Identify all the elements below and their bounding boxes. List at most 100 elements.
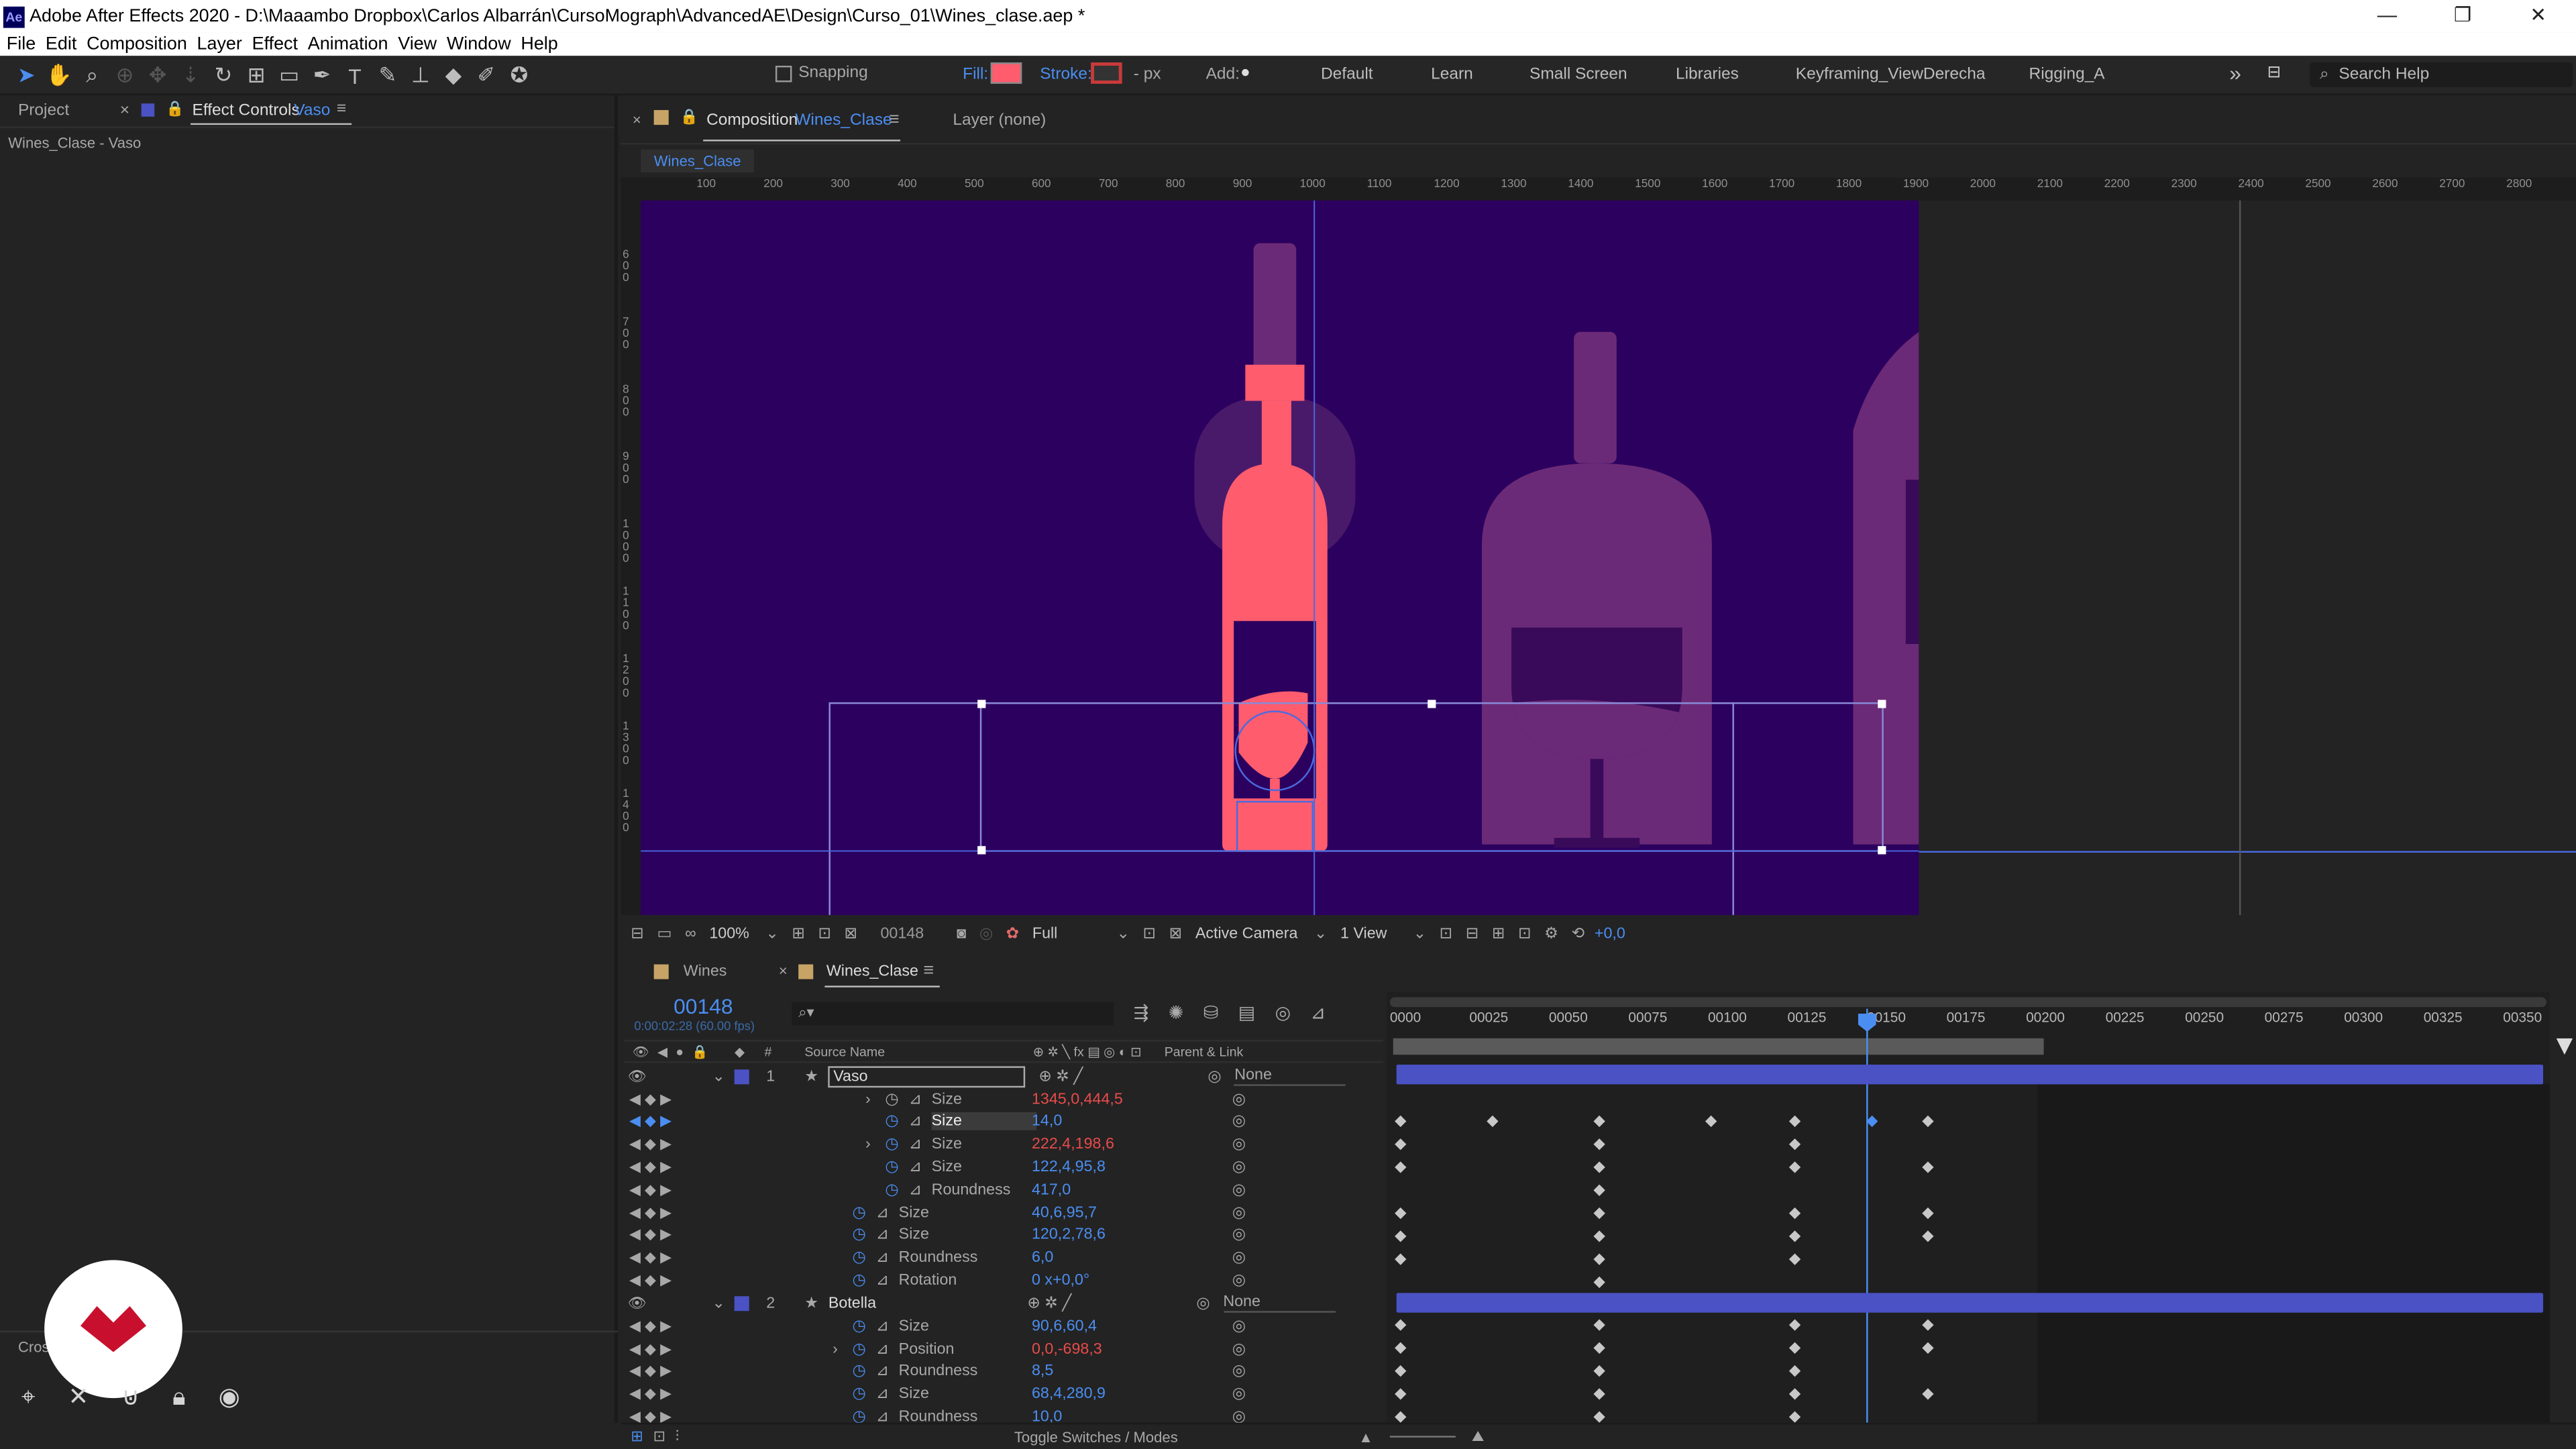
grid-icon[interactable]: ⊞: [792, 924, 805, 943]
timeline-icon[interactable]: ⊞: [1492, 924, 1505, 943]
zoom-tool-icon[interactable]: ⌕: [76, 59, 109, 92]
property-value[interactable]: 68,4,280,9: [1032, 1385, 1106, 1403]
reset-exposure-icon[interactable]: ⟲: [1572, 924, 1585, 943]
stroke-swatch[interactable]: [1091, 62, 1122, 84]
property-value[interactable]: 222,4,198,6: [1032, 1135, 1114, 1153]
resolution-chevron-icon[interactable]: ⌄: [1117, 924, 1130, 943]
workspace-menu-icon[interactable]: ⊟: [2267, 64, 2282, 83]
rotation-tool-icon[interactable]: ↻: [207, 59, 240, 92]
comp-panel-menu[interactable]: ≡: [889, 110, 900, 129]
camera-dropdown[interactable]: Active Camera: [1195, 924, 1298, 943]
expression-pickwhip-icon[interactable]: ◎: [1232, 1340, 1246, 1358]
restore-button[interactable]: ❐: [2425, 0, 2501, 33]
layer-search-input[interactable]: ⌕▾: [792, 1002, 1114, 1026]
parent-dropdown[interactable]: None: [1223, 1293, 1335, 1313]
work-area-bar[interactable]: [1393, 1038, 2044, 1055]
tab-effect-controls[interactable]: Effect Controls: [193, 102, 300, 120]
stopwatch-icon[interactable]: ◷: [852, 1340, 865, 1358]
graph-icon[interactable]: ⊿: [908, 1135, 922, 1153]
keyframe-navigator[interactable]: ◀ ◆ ▶: [629, 1385, 672, 1403]
panel-menu-icon[interactable]: ≡: [337, 100, 346, 118]
keyframe-navigator[interactable]: ◀ ◆ ▶: [629, 1271, 672, 1289]
property-value[interactable]: 40,6,95,7: [1032, 1203, 1097, 1222]
tab-layer[interactable]: Layer (none): [953, 112, 1046, 130]
layer-row[interactable]: 👁 ⌄ 1 ★ Vaso ⊕ ✲ ╱ ◎ None: [625, 1065, 1387, 1087]
expression-pickwhip-icon[interactable]: ◎: [1232, 1271, 1246, 1289]
source-name-column[interactable]: Source Name: [804, 1044, 885, 1059]
layer-twirl-icon[interactable]: ⌄: [712, 1067, 725, 1085]
property-value[interactable]: 0,0,-698,3: [1032, 1340, 1102, 1358]
timeline-zoom-slider[interactable]: [1389, 1436, 1456, 1438]
minimize-button[interactable]: —: [2349, 0, 2425, 33]
property-row[interactable]: ◀ ◆ ▶ › ◷ ⊿ Size 1345,0,444,5 ◎: [625, 1087, 1387, 1110]
frame-blending-icon[interactable]: ▤: [1238, 1002, 1255, 1023]
keyframe-navigator[interactable]: ◀ ◆ ▶: [629, 1317, 672, 1335]
comp-tab-close[interactable]: ×: [633, 112, 641, 128]
stopwatch-icon[interactable]: ◷: [852, 1203, 865, 1222]
graph-icon[interactable]: ⊿: [875, 1248, 889, 1267]
keyframe-navigator[interactable]: ◀ ◆ ▶: [629, 1181, 672, 1199]
snapshot-icon[interactable]: ◙: [957, 924, 966, 943]
keyframe-navigator[interactable]: ◀ ◆ ▶: [629, 1090, 672, 1108]
keyframe-navigator[interactable]: ◀ ◆ ▶: [629, 1113, 672, 1131]
menu-window[interactable]: Window: [447, 33, 511, 56]
timeline-tab-close[interactable]: ×: [779, 963, 788, 979]
graph-icon[interactable]: ⊿: [875, 1317, 889, 1335]
graph-icon[interactable]: ⊿: [875, 1362, 889, 1381]
magnet-icon[interactable]: ⊍: [121, 1382, 140, 1411]
graph-editor-icon[interactable]: ⊿: [1310, 1002, 1326, 1023]
expression-pickwhip-icon[interactable]: ◎: [1232, 1203, 1246, 1222]
workspace-small-screen[interactable]: Small Screen: [1529, 66, 1627, 84]
view-layout-dropdown[interactable]: 1 View: [1340, 924, 1387, 943]
graph-icon[interactable]: ⊿: [875, 1203, 889, 1222]
property-row[interactable]: ◀ ◆ ▶ ◷ ⊿ Size 14,0 ◎: [625, 1110, 1387, 1133]
zoom-out-icon[interactable]: ▲: [1358, 1428, 1373, 1444]
workspace-keyframing[interactable]: Keyframing_ViewDerecha: [1796, 66, 1986, 84]
property-value[interactable]: 1345,0,444,5: [1032, 1090, 1123, 1108]
close-window-button[interactable]: ✕: [2500, 0, 2576, 33]
transparency-grid-icon[interactable]: ⊠: [1169, 924, 1183, 943]
layer-switches-icon[interactable]: ⊕ ✲ ╱: [1038, 1067, 1083, 1085]
expression-pickwhip-icon[interactable]: ◎: [1232, 1090, 1246, 1108]
stopwatch-icon[interactable]: ◷: [885, 1113, 898, 1131]
stopwatch-icon[interactable]: ◷: [885, 1090, 898, 1108]
show-snapshot-icon[interactable]: ◎: [979, 924, 993, 943]
keyframe-navigator[interactable]: ◀ ◆ ▶: [629, 1135, 672, 1153]
property-value[interactable]: 90,6,60,4: [1032, 1317, 1097, 1335]
property-value[interactable]: 0 x+0,0°: [1032, 1271, 1089, 1289]
visibility-eye-icon[interactable]: 👁: [628, 1294, 647, 1312]
current-time-display[interactable]: 00148: [674, 994, 733, 1019]
menu-file[interactable]: File: [7, 33, 36, 56]
pan-camera-icon[interactable]: ✥: [142, 59, 174, 92]
stopwatch-icon[interactable]: ◷: [852, 1317, 865, 1335]
stopwatch-icon[interactable]: ◷: [885, 1158, 898, 1176]
layer-label-color[interactable]: [735, 1295, 750, 1311]
property-row[interactable]: ◀ ◆ ▶ ◷ ⊿ Size 40,6,95,7 ◎: [625, 1201, 1387, 1224]
selection-tool-icon[interactable]: ➤: [10, 59, 43, 92]
rectangle-tool-icon[interactable]: ▭: [273, 59, 306, 92]
current-frame-field[interactable]: 00148: [880, 924, 924, 943]
layer-bar-vaso[interactable]: [1396, 1064, 2544, 1085]
snapping-checkbox[interactable]: [775, 64, 792, 82]
expression-pickwhip-icon[interactable]: ◎: [1232, 1135, 1246, 1153]
property-twirl-icon[interactable]: ›: [833, 1340, 849, 1358]
expression-pickwhip-icon[interactable]: ◎: [1232, 1317, 1246, 1335]
expression-pickwhip-icon[interactable]: ◎: [1232, 1181, 1246, 1199]
tab-project[interactable]: Project: [18, 102, 69, 120]
add-dropdown-icon[interactable]: ●: [1240, 64, 1250, 83]
toggle-pixel-icon[interactable]: ⊡: [1440, 924, 1453, 943]
property-row[interactable]: ◀ ◆ ▶ › ◷ ⊿ Size 222,4,198,6 ◎: [625, 1133, 1387, 1156]
workspace-rigging[interactable]: Rigging_A: [2029, 66, 2105, 84]
fast-preview-icon[interactable]: ⊟: [1466, 924, 1479, 943]
parent-pickwhip-icon[interactable]: ◎: [1208, 1067, 1221, 1085]
x-icon[interactable]: ✕: [68, 1382, 89, 1411]
layer-switches-icon[interactable]: ⊞: [631, 1428, 643, 1446]
hand-tool-icon[interactable]: ✋: [43, 59, 76, 92]
layer-label-color[interactable]: [735, 1069, 750, 1084]
property-row[interactable]: ◀ ◆ ▶ › ◷ ⊿ Position 0,0,-698,3 ◎: [625, 1337, 1387, 1360]
property-row[interactable]: ◀ ◆ ▶ ◷ ⊿ Rotation 0 x+0,0° ◎: [625, 1269, 1387, 1292]
mask-icon[interactable]: ⊡: [818, 924, 832, 943]
expression-pickwhip-icon[interactable]: ◎: [1232, 1385, 1246, 1403]
stopwatch-icon[interactable]: ◷: [852, 1385, 865, 1403]
hide-shy-layers-icon[interactable]: ⛁: [1203, 1002, 1219, 1023]
